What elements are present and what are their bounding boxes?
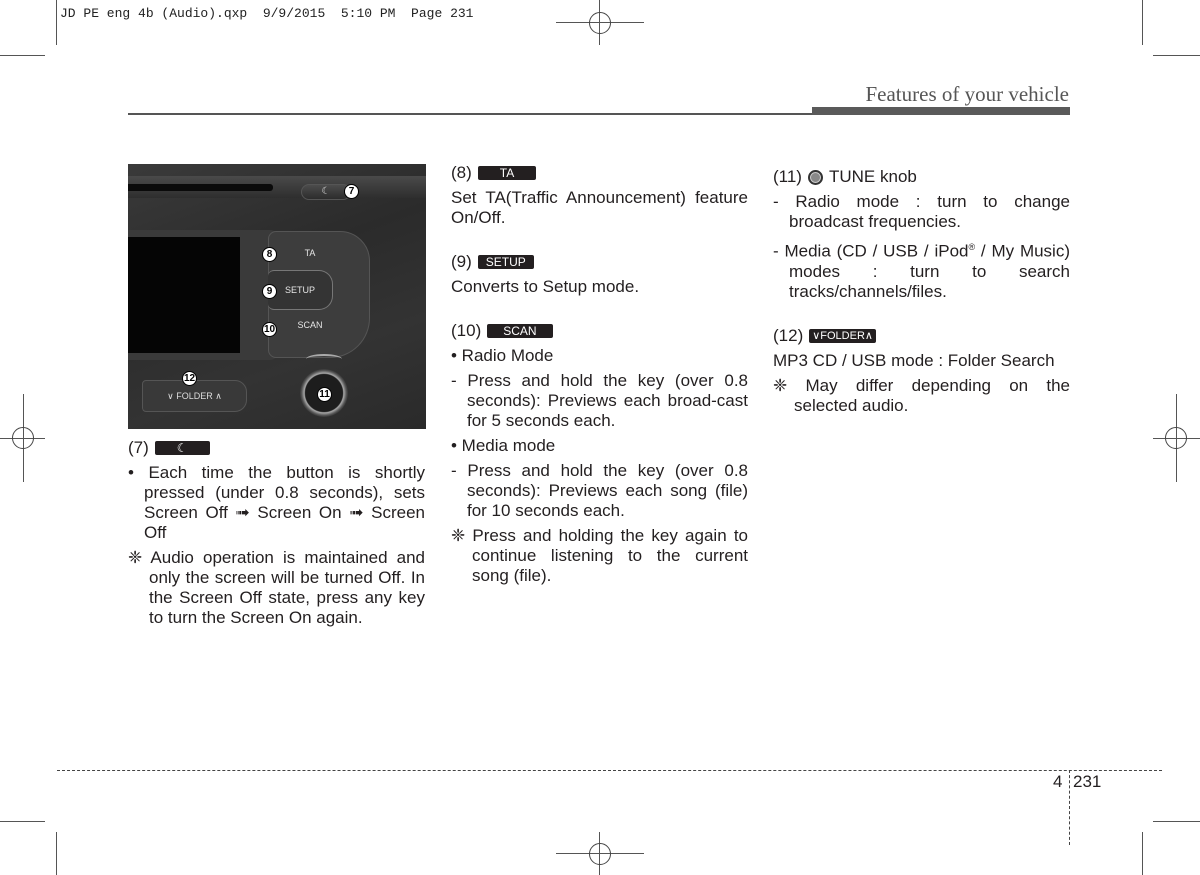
header-rule [128, 113, 812, 115]
callout-8: 8 [262, 247, 277, 262]
item-12-text: MP3 CD / USB mode : Folder Search [773, 350, 1055, 370]
callout-11: 11 [317, 387, 332, 402]
item-9-text: Converts to Setup mode. [451, 277, 640, 296]
tune-knob-icon [807, 169, 823, 185]
section-title: Features of your vehicle [865, 82, 1069, 106]
setup-button: SETUP [268, 270, 333, 310]
item-9-heading: (9) SETUP [451, 252, 748, 272]
column-3: (11) TUNE knob - Radio mode : turn to ch… [773, 167, 1070, 416]
radio-mode-text: - Press and hold the key (over 0.8 secon… [451, 371, 748, 430]
item-8-heading: (8) TA [451, 163, 748, 183]
item-11-title: TUNE knob [828, 167, 917, 186]
item-7-bullet: • Each time the button is shortly presse… [128, 463, 425, 542]
cd-slot [128, 184, 273, 191]
header-rule-accent [812, 107, 1070, 115]
page-number: 231 [1073, 772, 1102, 791]
footer-divider [1069, 770, 1070, 845]
callout-7: 7 [344, 184, 359, 199]
knob-arc [306, 354, 342, 364]
callout-12: 12 [182, 371, 197, 386]
item-number: (8) [451, 163, 472, 182]
media-mode-text: - Press and hold the key (over 0.8 secon… [451, 461, 748, 520]
moon-icon: ☾ [154, 441, 210, 455]
print-slug: JD PE eng 4b (Audio).qxp 9/9/2015 5:10 P… [60, 6, 474, 21]
item-number: (12) [773, 325, 804, 345]
item-number: (9) [451, 252, 472, 271]
column-2: (8) TA Set TA(Traffic Announcement) feat… [451, 163, 748, 586]
item-12-heading: (12) ∨FOLDER∧ [773, 326, 1070, 346]
column-1: (7) ☾ • Each time the button is shortly … [128, 438, 425, 628]
scan-button: SCAN [297, 320, 323, 330]
item-12-note: ❈ May differ depending on the selected a… [773, 375, 1070, 415]
item-7-note: ❈ Audio operation is maintained and only… [128, 548, 425, 627]
item-number: (10) [451, 321, 482, 340]
item-10-note: ❈ Press and holding the key again to con… [451, 526, 748, 585]
tune-media-pre: - Media (CD / USB / iPod [773, 241, 969, 261]
setup-badge: SETUP [477, 255, 534, 269]
audio-panel-photo: ☾ 7 TA SETUP SCAN 8 9 10 ∨ FOLDER ∧ 12 1… [128, 164, 426, 429]
folder-button: ∨ FOLDER ∧ [142, 380, 247, 412]
folder-badge: ∨FOLDER∧ [809, 328, 876, 343]
item-8-text: Set TA(Traffic Announcement) feature On/… [451, 188, 748, 227]
ta-button: TA [304, 248, 316, 258]
ta-badge: TA [477, 166, 537, 180]
item-number: (11) [773, 167, 802, 186]
item-10-heading: (10) SCAN [451, 321, 748, 341]
media-mode-heading: • Media mode [451, 436, 556, 455]
footer-rule [57, 770, 1162, 771]
callout-9: 9 [262, 284, 277, 299]
item-number: (7) [128, 438, 149, 457]
radio-mode-heading: • Radio Mode [451, 346, 554, 365]
tune-media-text: - Media (CD / USB / iPod® / My Music) mo… [773, 237, 1070, 302]
item-11-heading: (11) TUNE knob [773, 167, 1070, 187]
chapter-number: 4 [1053, 772, 1063, 791]
scan-badge: SCAN [487, 324, 553, 338]
display-screen [128, 237, 240, 353]
callout-10: 10 [262, 322, 277, 337]
item-7-heading: (7) ☾ [128, 438, 425, 458]
tune-radio-text: - Radio mode : turn to change broadcast … [773, 192, 1070, 231]
